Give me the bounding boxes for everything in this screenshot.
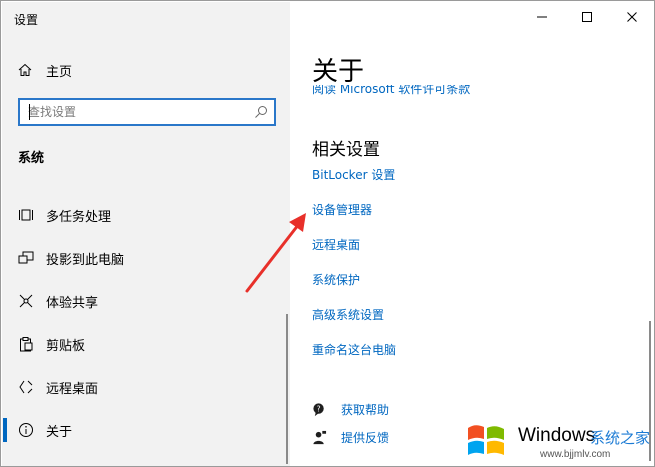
page-title: 关于 xyxy=(312,57,365,87)
feedback-person-icon xyxy=(313,430,327,445)
sidebar-item-label: 远程桌面 xyxy=(46,381,99,397)
sidebar: 设置 主页 系统 多任务处理 投影到此电脑 xyxy=(2,2,290,466)
feedback-label: 提供反馈 xyxy=(341,431,390,445)
window-title: 设置 xyxy=(14,13,39,27)
watermark-brand: Windows xyxy=(518,425,596,446)
home-label: 主页 xyxy=(46,64,73,80)
sidebar-item-label: 关于 xyxy=(46,424,73,440)
home-icon xyxy=(18,63,32,76)
windows-logo xyxy=(468,425,504,455)
watermark-cn: 系统之家 xyxy=(590,429,651,447)
svg-text:?: ? xyxy=(317,404,321,413)
remote-desktop-icon xyxy=(18,379,34,395)
text-cursor xyxy=(29,104,30,120)
project-icon xyxy=(18,250,34,266)
sidebar-item-multitasking[interactable]: 多任务处理 xyxy=(3,195,288,235)
sidebar-scrollbar[interactable] xyxy=(286,314,288,464)
shared-experiences-icon xyxy=(18,293,34,309)
search-icon[interactable] xyxy=(254,105,268,119)
system-protection-link[interactable]: 系统保护 xyxy=(312,271,360,288)
get-help-link[interactable]: ? 获取帮助 xyxy=(312,401,389,418)
multitasking-icon xyxy=(18,207,34,223)
section-title: 系统 xyxy=(18,151,45,166)
search-box[interactable] xyxy=(18,98,276,126)
clipboard-icon xyxy=(18,336,34,352)
sidebar-item-remote-desktop[interactable]: 远程桌面 xyxy=(3,367,288,407)
sidebar-item-label: 体验共享 xyxy=(46,295,99,311)
sidebar-item-project[interactable]: 投影到此电脑 xyxy=(3,238,288,278)
sidebar-item-label: 剪贴板 xyxy=(46,338,86,354)
bitlocker-settings-link[interactable]: BitLocker 设置 xyxy=(312,166,395,183)
sidebar-home[interactable]: 主页 xyxy=(18,60,72,80)
sidebar-item-shared-experiences[interactable]: 体验共享 xyxy=(3,281,288,321)
sidebar-item-label: 多任务处理 xyxy=(46,209,112,225)
related-settings-title: 相关设置 xyxy=(312,140,380,160)
info-icon xyxy=(18,422,34,438)
watermark-url: www.bjjmlv.com xyxy=(540,449,611,460)
advanced-system-settings-link[interactable]: 高级系统设置 xyxy=(312,306,384,323)
feedback-link[interactable]: 提供反馈 xyxy=(312,429,389,446)
license-terms-link[interactable]: 阅读 Microsoft 软件许可条款 xyxy=(312,85,470,96)
sidebar-item-about[interactable]: 关于 xyxy=(3,410,288,450)
sidebar-item-clipboard[interactable]: 剪贴板 xyxy=(3,324,288,364)
settings-window: 设置 主页 系统 多任务处理 投影到此电脑 xyxy=(0,0,655,467)
get-help-label: 获取帮助 xyxy=(341,403,390,417)
help-chat-icon: ? xyxy=(313,403,324,417)
main-content: 关于 阅读 Microsoft 软件许可条款 相关设置 BitLocker 设置… xyxy=(291,1,655,467)
rename-pc-link[interactable]: 重命名这台电脑 xyxy=(312,341,396,358)
device-manager-link[interactable]: 设备管理器 xyxy=(312,201,372,218)
license-terms-label: 阅读 Microsoft 软件许可条款 xyxy=(312,85,471,96)
watermark: Windows 系统之家 www.bjjmlv.com xyxy=(463,416,653,464)
remote-desktop-link[interactable]: 远程桌面 xyxy=(312,236,360,253)
search-input[interactable] xyxy=(20,100,258,124)
sidebar-item-label: 投影到此电脑 xyxy=(46,252,125,268)
